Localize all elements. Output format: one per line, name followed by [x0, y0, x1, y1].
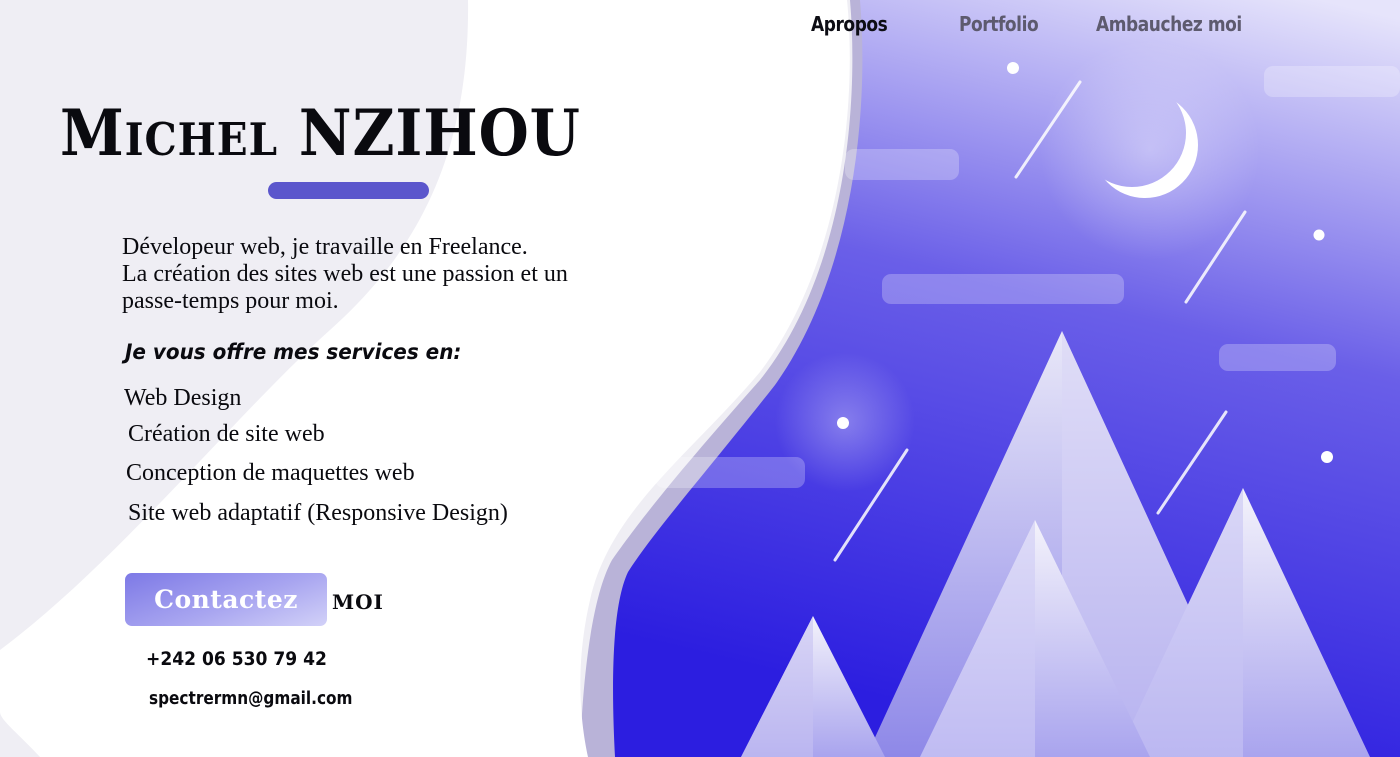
service-item-site-creation: Création de site web [128, 421, 325, 447]
service-item-web-design: Web Design [124, 385, 242, 411]
intro-text: Dévelopeur web, je travaille en Freelanc… [122, 234, 722, 315]
moon-icon [1092, 92, 1198, 198]
services-title: Je vous offre mes services en: [125, 340, 462, 364]
contact-button[interactable]: Contactez [125, 573, 327, 626]
title-underline [268, 182, 429, 199]
contact-suffix: MOI [332, 590, 384, 614]
page-title: Michel NZIHOU [60, 96, 581, 171]
nav-link-apropos[interactable]: Apropos [811, 12, 888, 36]
intro-line: La création des sites web est une passio… [122, 261, 568, 287]
email-address[interactable]: spectrermn@gmail.com [149, 688, 352, 709]
nav-link-portfolio[interactable]: Portfolio [959, 12, 1039, 36]
service-item-responsive: Site web adaptatif (Responsive Design) [128, 500, 508, 526]
phone-number: +242 06 530 79 42 [146, 648, 327, 670]
intro-line: Dévelopeur web, je travaille en Freelanc… [122, 234, 528, 260]
service-item-mockups: Conception de maquettes web [126, 460, 415, 486]
intro-line: passe-temps pour moi. [122, 288, 339, 314]
nav-link-ambauchez-moi[interactable]: Ambauchez moi [1096, 12, 1242, 36]
